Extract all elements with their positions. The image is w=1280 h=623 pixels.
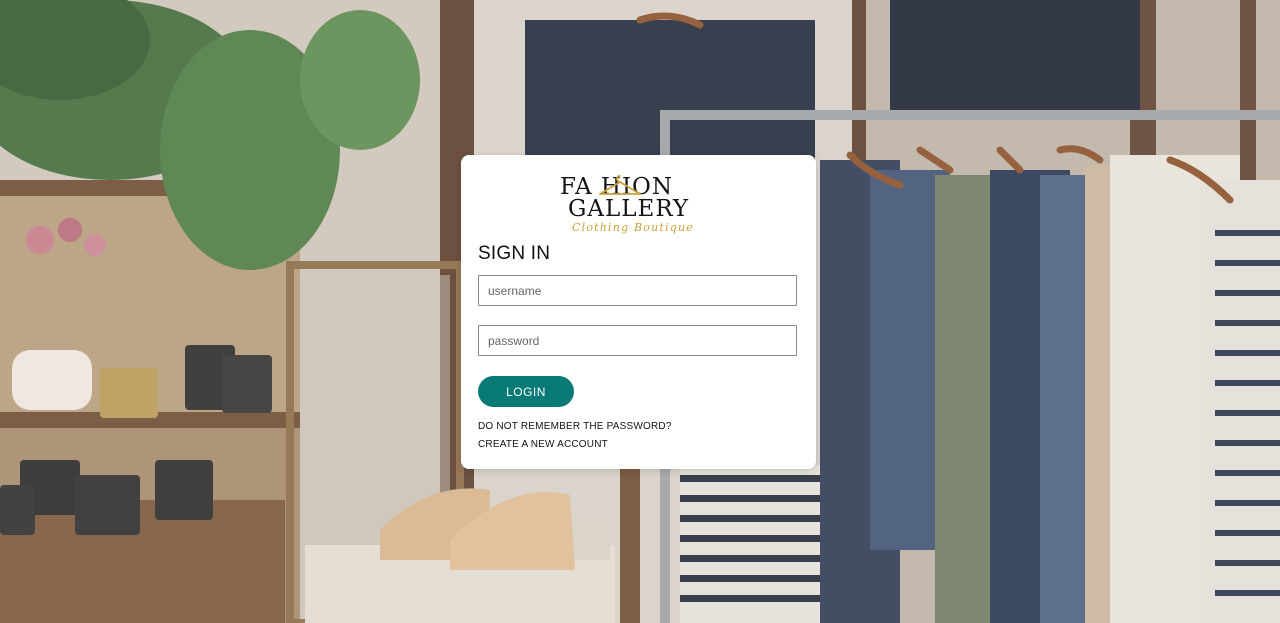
- logo-line-2: GALLERY: [568, 196, 690, 222]
- logo-tagline: Clothing Boutique: [572, 221, 694, 234]
- sign-in-heading: SIGN IN: [478, 243, 551, 264]
- forgot-password-link[interactable]: DO NOT REMEMBER THE PASSWORD?: [478, 421, 672, 432]
- login-card: FA HION GALLERY Clothing Boutique SIGN I…: [461, 155, 816, 469]
- login-page: FA HION GALLERY Clothing Boutique SIGN I…: [0, 0, 1280, 623]
- hanger-icon: [599, 175, 641, 195]
- login-button[interactable]: LOGIN: [478, 376, 574, 407]
- password-input[interactable]: [478, 325, 797, 356]
- create-account-link[interactable]: CREATE A NEW ACCOUNT: [478, 439, 608, 450]
- brand-logo: FA HION GALLERY Clothing Boutique: [556, 173, 721, 239]
- username-input[interactable]: [478, 275, 797, 306]
